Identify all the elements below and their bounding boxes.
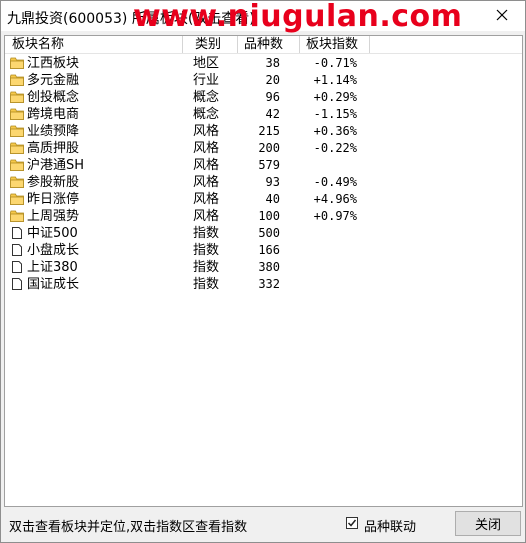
folder-icon (10, 159, 24, 171)
watermark: www.niugulan.com (133, 0, 463, 34)
folder-icon (10, 193, 24, 205)
document-icon (10, 227, 24, 239)
row-name: 江西板块 (27, 56, 80, 71)
row-count: 500 (258, 226, 280, 240)
row-count: 215 (258, 124, 280, 138)
row-name: 中证500 (27, 226, 78, 241)
row-index: +1.14% (313, 73, 357, 87)
row-name: 国证成长 (27, 277, 80, 292)
row-name: 高质押股 (27, 141, 80, 156)
row-count: 200 (258, 141, 280, 155)
list-item[interactable]: 多元金融 行业 20 +1.14% (5, 72, 522, 89)
list-item[interactable]: 昨日涨停 风格 40 +4.96% (5, 191, 522, 208)
row-name: 跨境电商 (27, 107, 80, 122)
row-index: +0.97% (313, 209, 357, 223)
column-header-index[interactable]: 板块指数 (300, 36, 370, 53)
document-icon (10, 278, 24, 290)
list-header: 板块名称 类别 品种数 板块指数 (5, 36, 522, 54)
list-item[interactable]: 跨境电商 概念 42 -1.15% (5, 106, 522, 123)
sector-list[interactable]: 板块名称 类别 品种数 板块指数 江西板块 地区 38 -0.71% 多元金融 行业 20 +… (4, 35, 523, 507)
row-name: 多元金融 (27, 73, 80, 88)
row-type: 行业 (193, 73, 220, 88)
row-type: 概念 (193, 90, 220, 105)
checkmark-icon (347, 519, 357, 527)
list-item[interactable]: 中证500 指数 500 (5, 225, 522, 242)
close-button[interactable]: 关闭 (455, 511, 521, 536)
row-name: 业绩预降 (27, 124, 80, 139)
row-type: 指数 (193, 226, 220, 241)
row-index: +0.29% (313, 90, 357, 104)
row-count: 38 (265, 56, 280, 70)
close-icon[interactable] (489, 3, 515, 27)
status-hint: 双击查看板块并定位,双击指数区查看指数 (9, 520, 248, 535)
row-type: 概念 (193, 107, 220, 122)
row-count: 579 (258, 158, 280, 172)
row-index: -1.15% (313, 107, 357, 121)
row-type: 风格 (193, 175, 220, 190)
list-item[interactable]: 上周强势 风格 100 +0.97% (5, 208, 522, 225)
row-name: 创投概念 (27, 90, 80, 105)
row-type: 风格 (193, 124, 220, 139)
row-name: 小盘成长 (27, 243, 80, 258)
row-name: 昨日涨停 (27, 192, 80, 207)
list-rows: 江西板块 地区 38 -0.71% 多元金融 行业 20 +1.14% 创投概念 概念 96 +0.2… (5, 55, 522, 293)
row-count: 20 (265, 73, 280, 87)
list-item[interactable]: 小盘成长 指数 166 (5, 242, 522, 259)
column-header-name[interactable]: 板块名称 (5, 36, 183, 53)
list-item[interactable]: 沪港通SH 风格 579 (5, 157, 522, 174)
row-type: 风格 (193, 141, 220, 156)
row-name: 上证380 (27, 260, 78, 275)
row-type: 指数 (193, 260, 220, 275)
list-item[interactable]: 国证成长 指数 332 (5, 276, 522, 293)
folder-icon (10, 176, 24, 188)
document-icon (10, 244, 24, 256)
row-index: -0.22% (313, 141, 357, 155)
row-type: 风格 (193, 158, 220, 173)
folder-icon (10, 74, 24, 86)
folder-icon (10, 210, 24, 222)
folder-icon (10, 125, 24, 137)
row-count: 166 (258, 243, 280, 257)
row-index: +0.36% (313, 124, 357, 138)
list-item[interactable]: 参股新股 风格 93 -0.49% (5, 174, 522, 191)
title-bar[interactable]: 九鼎投资(600053) 所属板块(双击查看) www.niugulan.com (1, 0, 525, 34)
row-type: 风格 (193, 192, 220, 207)
row-index: -0.71% (313, 56, 357, 70)
document-icon (10, 261, 24, 273)
list-item[interactable]: 上证380 指数 380 (5, 259, 522, 276)
row-index: +4.96% (313, 192, 357, 206)
column-header-type[interactable]: 类别 (183, 36, 238, 53)
list-item[interactable]: 江西板块 地区 38 -0.71% (5, 55, 522, 72)
row-count: 93 (265, 175, 280, 189)
row-count: 42 (265, 107, 280, 121)
folder-icon (10, 57, 24, 69)
row-count: 40 (265, 192, 280, 206)
list-item[interactable]: 业绩预降 风格 215 +0.36% (5, 123, 522, 140)
folder-icon (10, 91, 24, 103)
row-index: -0.49% (313, 175, 357, 189)
link-checkbox-label[interactable]: 品种联动 (364, 516, 416, 535)
row-type: 指数 (193, 277, 220, 292)
row-name: 上周强势 (27, 209, 80, 224)
list-item[interactable]: 高质押股 风格 200 -0.22% (5, 140, 522, 157)
row-count: 100 (258, 209, 280, 223)
row-type: 指数 (193, 243, 220, 258)
row-name: 沪港通SH (27, 158, 85, 173)
list-item[interactable]: 创投概念 概念 96 +0.29% (5, 89, 522, 106)
row-count: 332 (258, 277, 280, 291)
row-type: 地区 (193, 56, 220, 71)
column-header-count[interactable]: 品种数 (238, 36, 300, 53)
row-count: 96 (265, 90, 280, 104)
folder-icon (10, 108, 24, 120)
row-name: 参股新股 (27, 175, 80, 190)
link-checkbox[interactable] (346, 517, 358, 529)
row-count: 380 (258, 260, 280, 274)
folder-icon (10, 142, 24, 154)
row-type: 风格 (193, 209, 220, 224)
dialog-window: 九鼎投资(600053) 所属板块(双击查看) www.niugulan.com… (0, 0, 526, 543)
